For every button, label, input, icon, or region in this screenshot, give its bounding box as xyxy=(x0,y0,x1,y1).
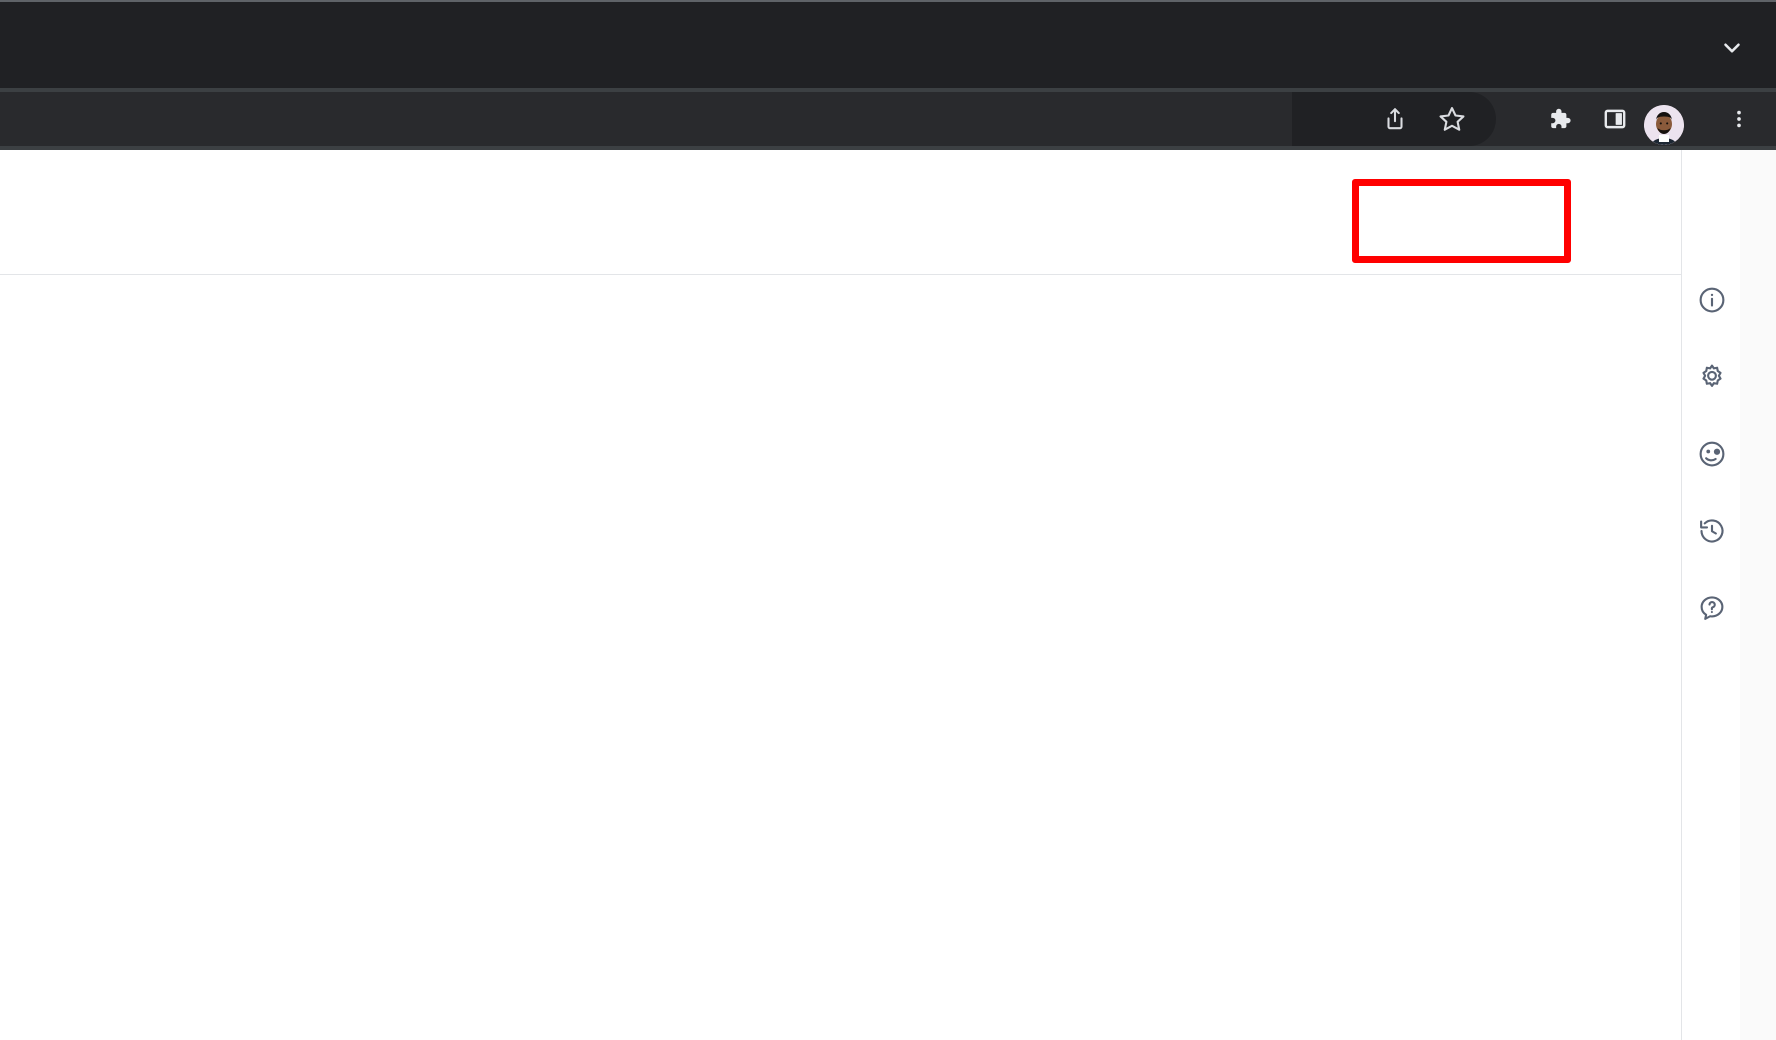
canvas-area[interactable] xyxy=(0,275,1680,1040)
sidebar-item-reactions[interactable] xyxy=(1682,425,1741,483)
avatar[interactable] xyxy=(1644,105,1684,145)
app-root: Record xyxy=(0,0,1776,1040)
share-icon[interactable] xyxy=(1368,92,1422,146)
sidebar-item-help[interactable] xyxy=(1682,579,1741,637)
sidebar-item-settings[interactable] xyxy=(1682,348,1741,406)
browser-toolbar xyxy=(0,92,1776,146)
star-icon[interactable] xyxy=(1425,92,1479,146)
browser-tab-strip xyxy=(0,0,1776,88)
right-rail xyxy=(1681,150,1740,1040)
face-reaction-icon xyxy=(1697,439,1727,469)
sidebar-item-history[interactable] xyxy=(1682,502,1741,560)
puzzle-piece-icon[interactable] xyxy=(1531,92,1585,146)
info-circle-icon xyxy=(1697,285,1727,315)
chevron-down-icon[interactable] xyxy=(1710,30,1754,66)
gear-icon xyxy=(1697,362,1727,392)
vertical-scrollbar-track[interactable] xyxy=(1740,150,1776,1040)
page-toolbar: Record xyxy=(0,150,1743,400)
history-clock-icon xyxy=(1697,516,1727,546)
help-bubble-icon xyxy=(1697,593,1727,623)
three-dot-menu-icon[interactable] xyxy=(1712,92,1766,146)
sidebar-item-info[interactable] xyxy=(1682,271,1741,329)
side-panel-icon[interactable] xyxy=(1588,92,1642,146)
